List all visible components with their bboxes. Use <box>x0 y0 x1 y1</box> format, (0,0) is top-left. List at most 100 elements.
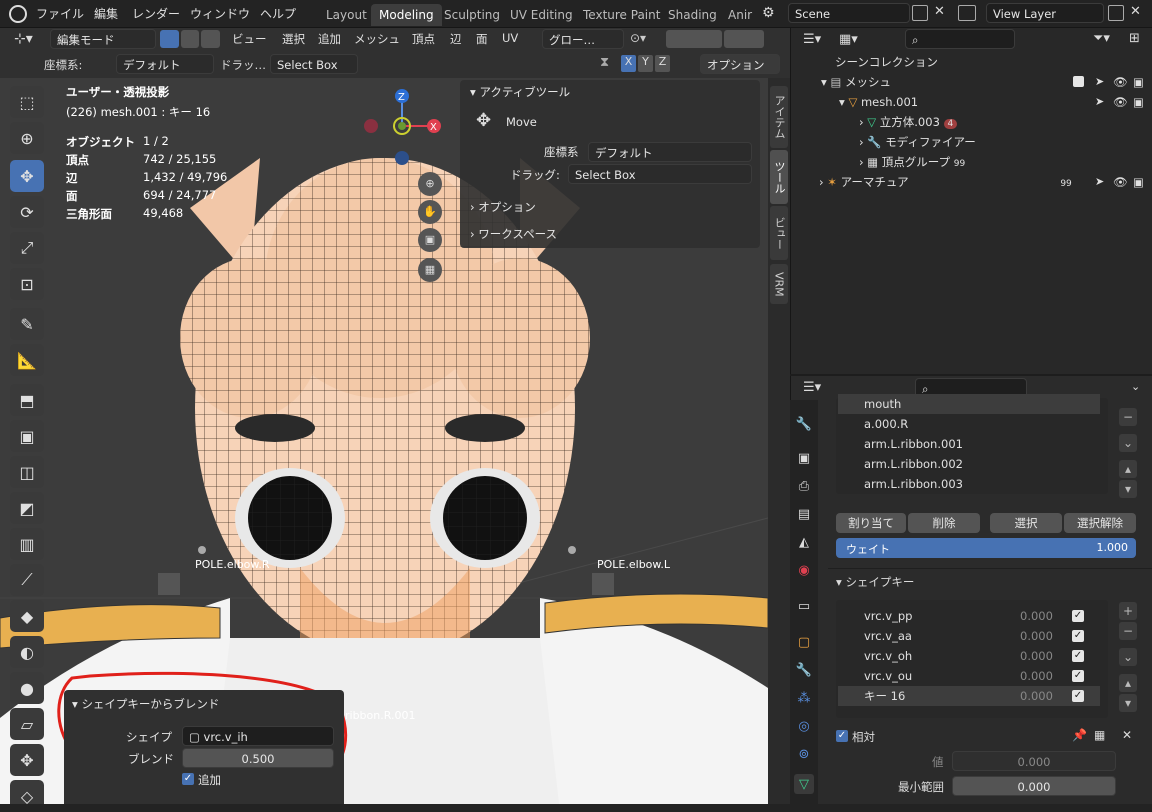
knife-tool[interactable]: ⟋ <box>10 564 44 596</box>
list-item[interactable]: a.000.R <box>838 414 1100 434</box>
outliner-row-vertex-groups[interactable]: › ▦ 頂点グループ 99 <box>791 152 1152 172</box>
close-icon[interactable]: ✕ <box>934 4 945 19</box>
spin-tool[interactable]: ◐ <box>10 636 44 668</box>
annotate-tool[interactable]: ✎ <box>10 308 44 340</box>
extrude-tool[interactable]: ▣ <box>10 420 44 452</box>
menu-edge[interactable]: 辺 <box>450 31 462 47</box>
world-props-icon[interactable]: ◉ <box>794 560 814 580</box>
new-view-layer-icon[interactable] <box>1108 5 1124 21</box>
select-box-tool[interactable]: ⬚ <box>10 86 44 118</box>
transform-orientation-select[interactable]: グロー… <box>542 29 624 49</box>
view-layer-icon[interactable] <box>958 5 976 21</box>
list-item[interactable]: arm.L.ribbon.001 <box>838 434 1100 454</box>
list-item[interactable]: vrc.v_ou 0.000 ✓ <box>838 666 1100 686</box>
scene-collection-row[interactable]: シーンコレクション <box>791 52 1152 72</box>
object-props-icon[interactable]: ▢ <box>794 632 814 652</box>
menu-vertex[interactable]: 頂点 <box>412 31 435 47</box>
collection-props-icon[interactable]: ▭ <box>794 596 814 616</box>
tab-item[interactable]: アイテム <box>770 86 788 148</box>
tab-sculpting[interactable]: Sculpting <box>436 4 508 26</box>
pivot-icon[interactable]: ⊙▾ <box>630 31 646 45</box>
render-props-icon[interactable]: ▣ <box>794 448 814 468</box>
render-icon[interactable]: ▣ <box>1133 92 1144 112</box>
list-item[interactable]: vrc.v_pp 0.000 ✓ <box>838 606 1100 626</box>
new-scene-icon[interactable] <box>912 5 928 21</box>
mirror-y-toggle[interactable]: Y <box>638 55 653 72</box>
render-icon[interactable]: ▣ <box>1133 172 1144 192</box>
tab-uv-editing[interactable]: UV Editing <box>502 4 581 26</box>
outliner-row-mesh[interactable]: ▾ ▤ メッシュ ➤ 👁 ▣ <box>791 72 1152 92</box>
list-item[interactable]: mouth <box>838 394 1100 414</box>
display-mode-icon[interactable]: ▦▾ <box>839 32 858 47</box>
tab-texture-paint[interactable]: Texture Paint <box>575 4 668 26</box>
add-cube-tool[interactable]: ⬒ <box>10 384 44 416</box>
tab-shading[interactable]: Shading <box>660 4 725 26</box>
menu-help[interactable]: ヘルプ <box>260 5 296 22</box>
loop-cut-tool[interactable]: ▥ <box>10 528 44 560</box>
relative-checkbox[interactable]: ✓ <box>836 730 848 742</box>
outliner-search[interactable]: ⌕ <box>905 29 1015 49</box>
shape-key-specials-button[interactable]: ⌄ <box>1119 648 1137 666</box>
scene-props-icon[interactable]: ◭ <box>794 532 814 552</box>
redo-panel-header[interactable]: ▾ シェイプキーからブレンド <box>72 696 219 712</box>
tab-tool[interactable]: ツール <box>770 150 788 204</box>
view-layer-props-icon[interactable]: ▤ <box>794 504 814 524</box>
remove-shape-key-button[interactable]: − <box>1119 622 1137 640</box>
inset-tool[interactable]: ◫ <box>10 456 44 488</box>
props-editor-icon[interactable]: ☰▾ <box>803 380 821 395</box>
outliner-row-armature[interactable]: › ✶ アーマチュア 99 ➤ 👁 ▣ <box>791 172 1152 192</box>
list-item[interactable]: arm.L.ribbon.003 <box>838 474 1100 494</box>
value-field[interactable]: 0.000 <box>952 751 1116 771</box>
measure-tool[interactable]: 📐 <box>10 344 44 376</box>
particles-props-icon[interactable]: ⁂ <box>794 688 814 708</box>
render-icon[interactable]: ▣ <box>1133 72 1144 92</box>
poly-build-tool[interactable]: ◆ <box>10 600 44 632</box>
close-view-layer-icon[interactable]: ✕ <box>1130 4 1141 19</box>
snap-toggle[interactable] <box>666 30 722 48</box>
options-section[interactable]: › オプション <box>470 199 536 215</box>
tab-animation[interactable]: Anir <box>720 4 760 26</box>
deselect-button[interactable]: 選択解除 <box>1064 513 1136 533</box>
outliner-row-cube[interactable]: › ▽ 立方体.003 4 <box>791 112 1152 132</box>
editor-type-icon[interactable]: ⊹▾ <box>14 31 33 47</box>
edit-mode-icon[interactable]: ▦ <box>1094 728 1105 742</box>
eye-icon[interactable]: 👁 <box>1113 172 1128 192</box>
rotate-tool[interactable]: ⟳ <box>10 196 44 228</box>
filter-icon[interactable]: ⏷▾ <box>1093 31 1110 46</box>
list-item[interactable]: キー 16 0.000 ✓ <box>838 686 1100 706</box>
options-dropdown[interactable]: オプション <box>700 54 780 74</box>
menu-select[interactable]: 選択 <box>282 31 305 47</box>
add-shape-key-button[interactable]: + <box>1119 602 1137 620</box>
menu-edit[interactable]: 編集 <box>94 5 118 22</box>
select-icon[interactable]: ➤ <box>1095 72 1104 92</box>
menu-file[interactable]: ファイル <box>36 5 84 22</box>
scene-field[interactable]: Scene <box>788 3 910 23</box>
shear-tool[interactable]: ▱ <box>10 708 44 740</box>
workspace-section[interactable]: › ワークスペース <box>470 226 557 242</box>
navigation-gizmo[interactable]: Z X <box>360 84 450 174</box>
props-options-icon[interactable]: ⌄ <box>1131 380 1140 393</box>
list-item[interactable]: vrc.v_oh 0.000 ✓ <box>838 646 1100 666</box>
move-tool[interactable]: ✥ <box>10 160 44 192</box>
mode-select[interactable]: 編集モード <box>50 29 156 49</box>
move-down-button[interactable]: ▾ <box>1119 480 1137 498</box>
min-range-field[interactable]: 0.000 <box>952 776 1116 796</box>
menu-view[interactable]: ビュー <box>232 31 267 47</box>
drag-select-2[interactable]: Select Box <box>568 164 752 184</box>
eye-icon[interactable]: 👁 <box>1113 92 1128 112</box>
hand-icon[interactable]: ✋ <box>418 200 442 224</box>
move-up-button[interactable]: ▴ <box>1119 460 1137 478</box>
tab-vrm[interactable]: VRM <box>770 264 788 304</box>
shrink-tool[interactable]: ✥ <box>10 744 44 776</box>
tool-props-icon[interactable]: 🔧 <box>794 414 814 434</box>
outliner-row-mesh001[interactable]: ▾ ▽ mesh.001 ➤ 👁 ▣ <box>791 92 1152 112</box>
list-item[interactable]: arm.L.ribbon.002 <box>838 454 1100 474</box>
shape-key-up-button[interactable]: ▴ <box>1119 674 1137 692</box>
weight-slider[interactable]: ウェイト 1.000 <box>836 538 1136 558</box>
select-icon[interactable]: ➤ <box>1095 92 1104 112</box>
select-mode-toggle[interactable] <box>160 30 221 48</box>
mirror-x-toggle[interactable]: X <box>621 55 636 72</box>
blend-field[interactable]: 0.500 <box>182 748 334 768</box>
group-specials-button[interactable]: ⌄ <box>1119 434 1137 452</box>
blender-logo-icon[interactable] <box>9 5 27 23</box>
